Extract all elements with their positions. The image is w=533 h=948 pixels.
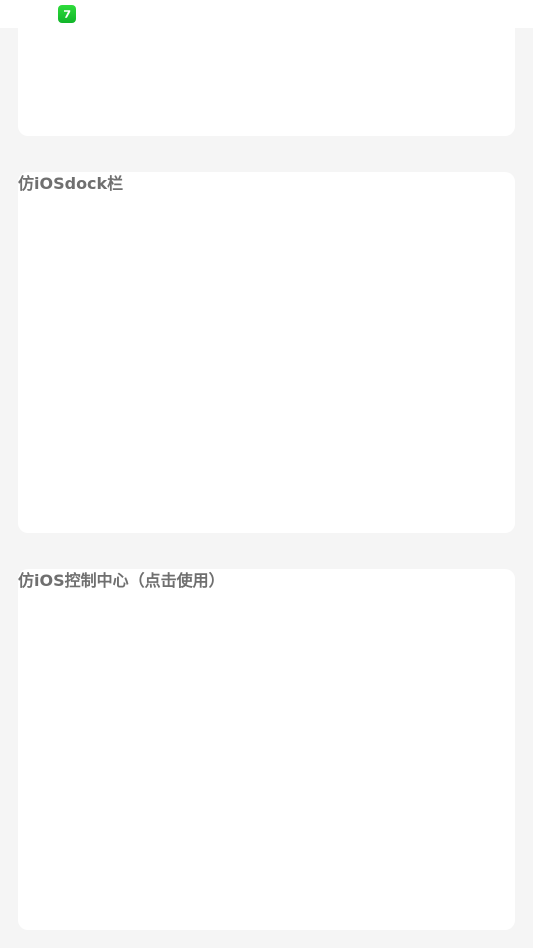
section-title-control-center: 仿iOS控制中心（点击使用） — [18, 571, 225, 590]
control-center-card-panel[interactable] — [18, 569, 515, 930]
section-title-dock: 仿iOSdock栏 — [18, 174, 124, 193]
top-bar — [0, 0, 533, 28]
dock-card-panel — [18, 172, 515, 533]
green-square-7-icon[interactable] — [58, 5, 76, 23]
